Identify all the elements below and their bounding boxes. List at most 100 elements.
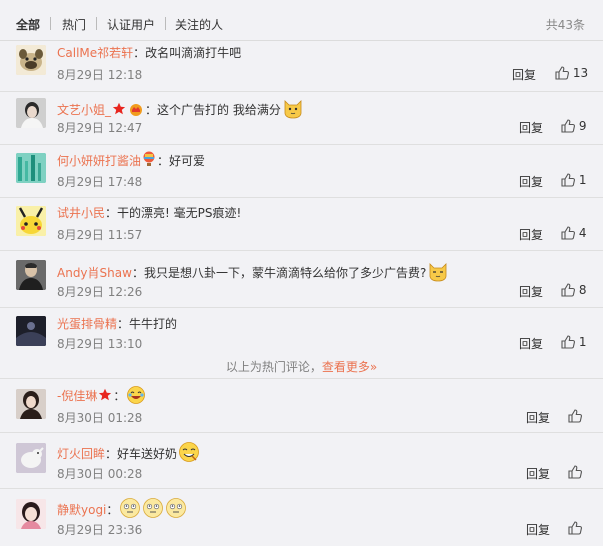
tab-divider (165, 17, 166, 30)
comment-username[interactable]: 光蛋排骨精 (57, 317, 117, 331)
thumbs-up-icon (561, 335, 575, 349)
like-button[interactable]: 4 (561, 226, 586, 240)
comment-content: 光蛋排骨精：牛牛打的 (57, 317, 178, 331)
reply-button[interactable]: 回复 (519, 173, 543, 190)
comment-username[interactable]: 文艺小姐_ (57, 103, 111, 117)
comment-row: CallMe祁若轩：改名叫滴滴打牛吧 8月29日 12:18 回复 13 (0, 40, 603, 92)
reply-button[interactable]: 回复 (519, 119, 543, 136)
thumbs-up-icon (568, 465, 582, 479)
cat-emoji-icon (427, 260, 449, 285)
comment-username[interactable]: -倪佳琳 (57, 389, 97, 403)
avatar[interactable] (16, 443, 46, 473)
avatar[interactable] (16, 153, 46, 183)
avatar[interactable] (16, 389, 46, 419)
reply-button[interactable]: 回复 (526, 521, 550, 538)
comment-text: 牛牛打的 (129, 317, 178, 331)
like-count: 1 (578, 173, 587, 187)
avatar[interactable] (16, 499, 46, 529)
tab-divider (50, 17, 51, 30)
comment-time: 8月29日 12:18 (57, 68, 143, 82)
reply-button[interactable]: 回复 (526, 409, 550, 426)
avatar[interactable] (16, 260, 46, 290)
like-button[interactable]: 9 (561, 119, 586, 133)
star-badge-icon (112, 102, 126, 119)
comment-text: 好可爱 (169, 154, 206, 168)
avatar[interactable] (16, 316, 46, 346)
comment-username[interactable]: 何小妍妍打酱油 (57, 154, 141, 168)
comment-content: 何小妍妍打酱油 ：好可爱 (57, 151, 205, 170)
like-button[interactable]: 1 (561, 335, 586, 349)
like-button[interactable]: 8 (561, 283, 586, 297)
avatar[interactable] (16, 98, 46, 128)
comment-username[interactable]: 试井小民 (57, 206, 105, 220)
thumbs-up-icon (568, 521, 582, 535)
tab-divider (96, 17, 97, 30)
comment-time: 8月30日 01:28 (57, 411, 143, 425)
comment-row: 灯火回眸：好车送好奶 8月30日 00:28 回复 (0, 432, 603, 489)
like-count: 8 (578, 283, 587, 297)
comment-text: 改名叫滴滴打牛吧 (145, 46, 242, 60)
comment-panel: 全部 热门 认证用户 关注的人 共43条 CallMe祁若轩：改名叫滴滴打牛吧 … (0, 0, 603, 546)
tab-following[interactable]: 关注的人 (175, 16, 223, 33)
reply-button[interactable]: 回复 (512, 66, 536, 83)
comment-total-count: 共43条 (545, 18, 585, 32)
hot-divider-text: 以上为热门评论， (225, 360, 322, 374)
comment-username[interactable]: Andy肖Shaw (57, 266, 132, 280)
comment-content: 试井小民：干的漂亮! 毫无PS痕迹! (57, 206, 242, 220)
star-badge-icon (98, 388, 112, 405)
reply-button[interactable]: 回复 (519, 335, 543, 352)
like-button[interactable] (568, 521, 582, 535)
like-button[interactable]: 1 (561, 173, 586, 187)
speechless-emoji-icon (165, 497, 187, 522)
like-count: 4 (578, 226, 587, 240)
thumbs-up-icon (561, 119, 575, 133)
comment-content: 静默yogi： (57, 497, 187, 522)
laugh-cry-emoji-icon (126, 385, 146, 408)
tab-hot[interactable]: 热门 (62, 16, 86, 33)
laugh-emoji-icon (178, 441, 200, 466)
comment-username[interactable]: CallMe祁若轩 (57, 46, 133, 60)
comment-content: -倪佳琳： (57, 385, 146, 408)
like-button[interactable]: 13 (555, 66, 588, 80)
reply-button[interactable]: 回复 (519, 226, 543, 243)
reply-button[interactable]: 回复 (526, 465, 550, 482)
comment-row: 静默yogi： 8月29日 23:36 回复 (0, 489, 603, 546)
tab-verified[interactable]: 认证用户 (107, 16, 155, 33)
view-more-link[interactable]: 查看更多» (322, 360, 377, 374)
avatar[interactable] (16, 206, 46, 236)
comment-text: 这个广告打的 我给满分 (157, 103, 281, 117)
thumbs-up-icon (561, 173, 575, 187)
avatar[interactable] (16, 45, 46, 75)
like-button[interactable] (568, 409, 582, 423)
comment-row: Andy肖Shaw：我只是想八卦一下，蒙牛滴滴特么给你了多少广告费? 8月29日… (0, 250, 603, 308)
reply-button[interactable]: 回复 (519, 283, 543, 300)
tab-all[interactable]: 全部 (16, 16, 40, 33)
comment-time: 8月29日 23:36 (57, 523, 143, 537)
comment-text: 干的漂亮! 毫无PS痕迹! (117, 206, 242, 220)
comment-row: 文艺小姐_ ：这个广告打的 我给满分 8月29日 12:47 回复 9 (0, 91, 603, 145)
cat-emoji-icon (282, 97, 304, 122)
thumbs-up-icon (568, 409, 582, 423)
thumbs-up-icon (561, 283, 575, 297)
comment-username[interactable]: 静默yogi (57, 503, 106, 517)
comment-text: 好车送好奶 (117, 447, 178, 461)
comment-row: 试井小民：干的漂亮! 毫无PS痕迹! 8月29日 11:57 回复 4 (0, 197, 603, 251)
comment-time: 8月29日 17:48 (57, 175, 143, 189)
comment-row: -倪佳琳： 8月30日 01:28 回复 (0, 378, 603, 433)
like-button[interactable] (568, 465, 582, 479)
comment-row: 光蛋排骨精：牛牛打的 8月29日 13:10 回复 1 (0, 307, 603, 353)
comment-filter-tabs: 全部 热门 认证用户 关注的人 共43条 (0, 0, 603, 41)
like-count: 1 (578, 335, 587, 349)
hot-comments-divider: 以上为热门评论，查看更多» (0, 358, 603, 378)
speechless-emoji-icon (119, 497, 141, 522)
thumbs-up-icon (561, 226, 575, 240)
crown-badge-icon (128, 102, 144, 119)
comment-time: 8月29日 12:47 (57, 121, 143, 135)
comment-username[interactable]: 灯火回眸 (57, 447, 105, 461)
balloon-badge-icon (142, 151, 156, 170)
comment-time: 8月29日 11:57 (57, 228, 143, 242)
comment-content: CallMe祁若轩：改名叫滴滴打牛吧 (57, 46, 242, 60)
comment-content: 灯火回眸：好车送好奶 (57, 441, 200, 466)
comment-content: Andy肖Shaw：我只是想八卦一下，蒙牛滴滴特么给你了多少广告费? (57, 260, 449, 285)
like-count: 9 (578, 119, 587, 133)
